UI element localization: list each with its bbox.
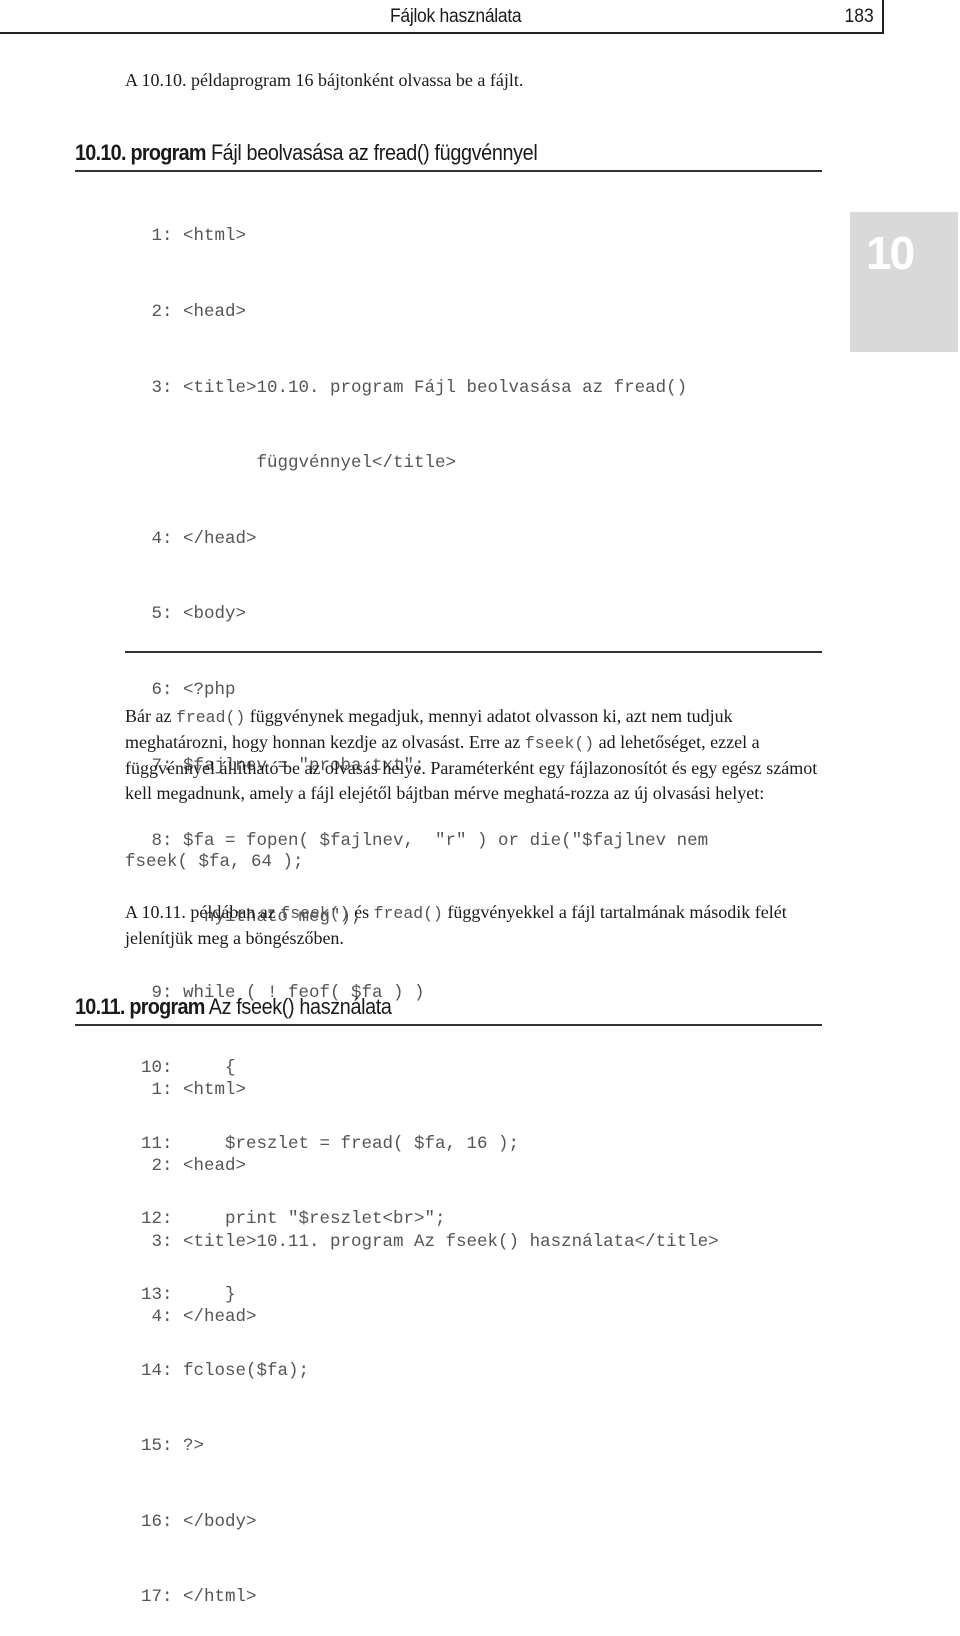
listing-title: Az fseek() használata: [208, 994, 392, 1019]
code-line: 16: </body>: [141, 1511, 257, 1532]
code-line: 3: <title>10.10. program Fájl beolvasása…: [141, 377, 688, 398]
listing-title: Fájl beolvasása az fread() függvénnyel: [210, 140, 538, 165]
code-line: 4: </head>: [141, 528, 257, 549]
chapter-tab: 10: [850, 212, 958, 352]
code-line: 17: </html>: [141, 1587, 257, 1608]
inline-code-fread: fread(): [175, 708, 246, 727]
listing-label: 10.10. program: [75, 140, 207, 165]
code-line: 15: ?>: [141, 1436, 205, 1457]
text-run: A 10.11. példában az: [125, 902, 281, 922]
code-line: 4: </head>: [141, 1307, 257, 1328]
intro-paragraph: A 10.10. példaprogram 16 bájtonként olva…: [125, 70, 524, 90]
inline-code-fseek: fseek(): [280, 904, 350, 923]
header-vertical-rule: [882, 0, 884, 32]
code-line: függvénnyel</title>: [141, 453, 457, 474]
running-header: Fájlok használata 183: [0, 0, 884, 34]
code-line: 3: <title>10.11. program Az fseek() hasz…: [141, 1231, 719, 1252]
code-line: 5: <body>: [141, 604, 247, 625]
chapter-number: 10: [866, 227, 915, 279]
listing-label: 10.11. program: [75, 994, 205, 1019]
code-line: 2: <head>: [141, 302, 247, 323]
listing-caption-10-10: 10.10. program Fájl beolvasása az fread(…: [75, 140, 822, 172]
listing-end-rule: [125, 651, 822, 653]
code-line: 2: <head>: [141, 1156, 247, 1177]
body-paragraph-example: A 10.11. példában az fseek() és fread() …: [125, 900, 830, 951]
text-run: Bár az: [125, 706, 176, 726]
code-sample-fseek: fseek( $fa, 64 );: [125, 852, 304, 872]
code-line: 8: $fa = fopen( $fajlnev, "r" ) or die("…: [141, 831, 709, 852]
body-paragraph-fseek: Bár az fread() függvénynek megadjuk, men…: [125, 704, 830, 806]
running-header-title: Fájlok használata: [390, 6, 522, 27]
code-line: 1: <html>: [141, 226, 247, 247]
code-line: 14: fclose($fa);: [141, 1360, 310, 1381]
code-line: 1: <html>: [141, 1080, 247, 1101]
page-number: 183: [844, 6, 874, 27]
code-line: 6: <?php: [141, 680, 236, 701]
inline-code-fseek: fseek(): [524, 734, 595, 753]
inline-code-fread: fread(): [373, 904, 443, 923]
code-listing-10-11: 1: <html> 2: <head> 3: <title>10.11. pro…: [141, 1028, 719, 1356]
listing-caption-10-11: 10.11. program Az fseek() használata: [75, 994, 822, 1026]
text-run: és: [349, 902, 374, 922]
